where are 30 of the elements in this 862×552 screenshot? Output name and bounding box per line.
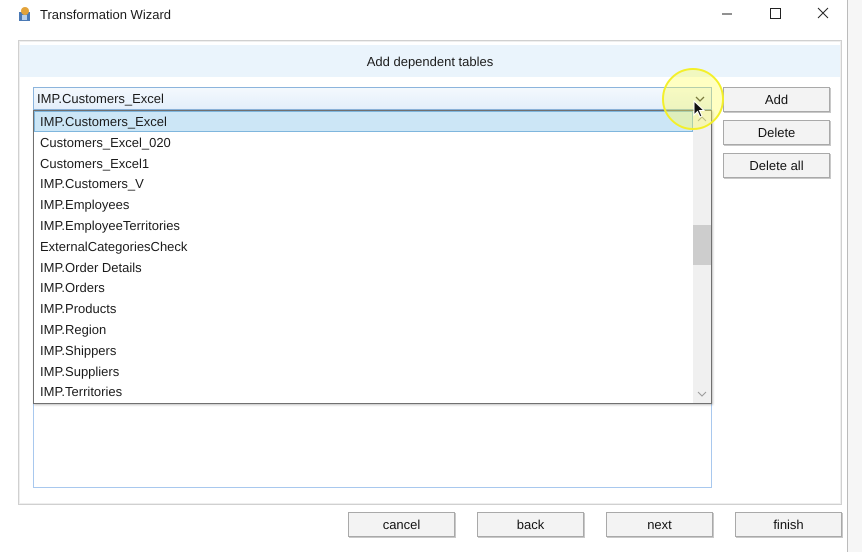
dropdown-item[interactable]: IMP.Suppliers xyxy=(34,360,693,382)
dropdown-item[interactable]: IMP.Customers_Excel xyxy=(34,111,693,132)
dropdown-item[interactable]: IMP.Employees xyxy=(34,194,693,215)
step-header: Add dependent tables xyxy=(20,45,840,77)
dropdown-item[interactable]: Customers_Excel1 xyxy=(34,152,693,174)
finish-button[interactable]: finish xyxy=(735,512,842,537)
dropdown-item[interactable]: IMP.Order Details xyxy=(34,256,693,278)
scroll-down-icon[interactable] xyxy=(697,391,707,398)
dropdown-item[interactable]: IMP.Products xyxy=(34,298,693,319)
dropdown-item[interactable]: IMP.Customers_V xyxy=(34,173,693,194)
chevron-down-icon xyxy=(695,96,705,102)
delete-all-button[interactable]: Delete all xyxy=(723,153,830,178)
app-icon xyxy=(17,6,33,22)
cancel-button[interactable]: cancel xyxy=(348,512,455,537)
dropdown-item[interactable]: Customers_Excel_020 xyxy=(34,132,693,153)
dropdown-item[interactable]: IMP.Shippers xyxy=(34,340,693,361)
scroll-up-icon[interactable] xyxy=(697,115,707,122)
window-title: Transformation Wizard xyxy=(40,6,171,22)
table-combo-box[interactable]: IMP.Customers_Excel xyxy=(33,87,712,110)
back-button[interactable]: back xyxy=(477,512,584,537)
next-button[interactable]: next xyxy=(606,512,713,537)
dropdown-item[interactable]: ExternalCategoriesCheck xyxy=(34,236,693,257)
delete-button[interactable]: Delete xyxy=(723,120,830,145)
scrollbar-thumb[interactable] xyxy=(693,225,711,265)
dropdown-item[interactable]: IMP.EmployeeTerritories xyxy=(34,214,693,236)
dropdown-item[interactable]: IMP.Territories xyxy=(34,381,693,402)
dropdown-item[interactable]: IMP.Orders xyxy=(34,277,693,298)
add-button[interactable]: Add xyxy=(723,87,830,112)
scrollbar[interactable] xyxy=(693,111,711,403)
dropdown-item[interactable]: IMP.Region xyxy=(34,318,693,340)
